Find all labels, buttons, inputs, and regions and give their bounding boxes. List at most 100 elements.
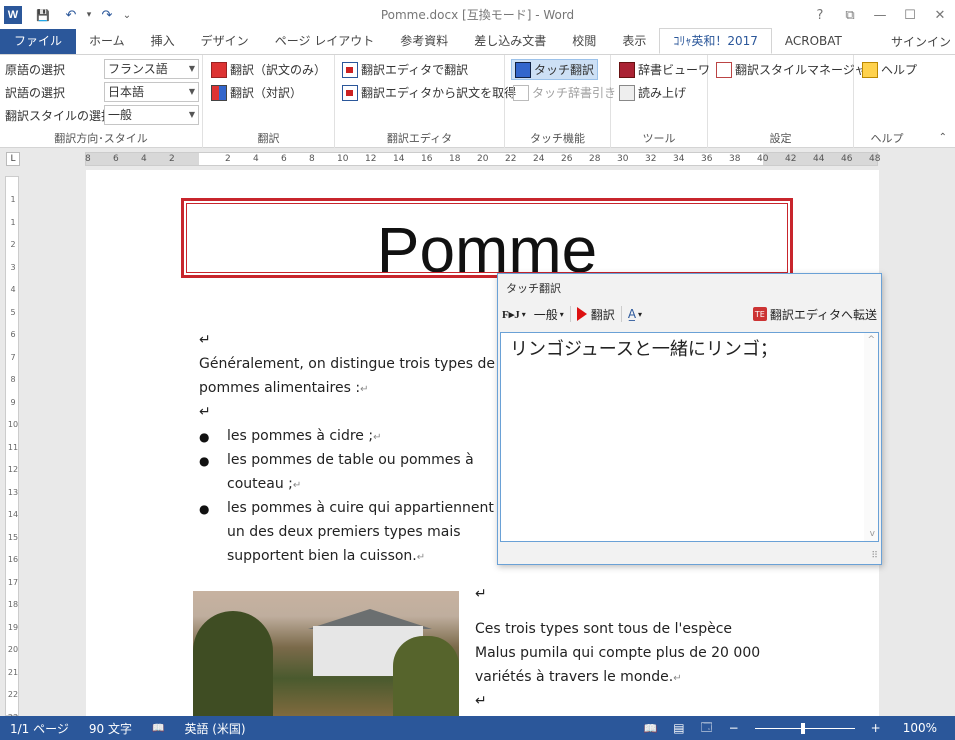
- touch-translate-button[interactable]: タッチ翻訳: [511, 59, 599, 80]
- scroll-down-icon[interactable]: v: [870, 529, 875, 539]
- list-item[interactable]: un des deux premiers types mais: [227, 520, 461, 544]
- print-layout-icon[interactable]: ▤: [673, 721, 684, 735]
- read-aloud-button[interactable]: 読み上げ: [619, 84, 686, 101]
- tab-home[interactable]: ホーム: [76, 29, 138, 54]
- ribbon-display-options-icon[interactable]: ⧉: [835, 0, 865, 30]
- chevron-down-icon: ▼: [188, 87, 195, 96]
- translate-in-editor-button[interactable]: 翻訳エディタで翻訳: [342, 61, 468, 78]
- tab-references[interactable]: 参考資料: [387, 29, 461, 54]
- panel-translate-label: 翻訳: [590, 307, 615, 322]
- maximize-icon[interactable]: ☐: [895, 0, 925, 30]
- chevron-down-icon: ▾: [638, 309, 643, 319]
- undo-dropdown-icon[interactable]: ▾: [84, 4, 94, 26]
- tab-selector-button[interactable]: L: [6, 152, 20, 166]
- paragraph-mark: ↵: [673, 673, 682, 684]
- undo-icon[interactable]: ↶: [60, 4, 82, 26]
- translate-icon: [211, 61, 227, 78]
- group-tools: 辞書ビューワ 読み上げ ツール: [611, 55, 710, 148]
- word-logo-icon: W: [4, 6, 22, 24]
- font-options-button[interactable]: A̲ ▾: [624, 307, 646, 321]
- touch-dictionary-button[interactable]: タッチ辞書引き: [513, 84, 616, 101]
- zoom-slider[interactable]: [754, 722, 855, 734]
- translation-result-text[interactable]: リンゴジュースと一緒にリンゴ；: [510, 335, 778, 361]
- translation-style-select[interactable]: 一般 ▼: [104, 105, 199, 125]
- translate-only-label: 翻訳（訳文のみ）: [230, 63, 327, 77]
- customize-qat-icon[interactable]: ⌄: [120, 4, 134, 26]
- list-item[interactable]: les pommes de table ou pommes à: [227, 448, 474, 472]
- panel-translate-button[interactable]: 翻訳: [573, 306, 619, 323]
- collapse-ribbon-icon[interactable]: ⌃: [939, 132, 947, 143]
- translate-only-button[interactable]: 翻訳（訳文のみ）: [211, 61, 326, 78]
- translation-result-area[interactable]: リンゴジュースと一緒にリンゴ； ^ v: [500, 332, 879, 542]
- close-icon[interactable]: ✕: [925, 0, 955, 30]
- zoom-in-icon[interactable]: +: [871, 721, 881, 735]
- vertical-ruler[interactable]: 11234567891011121314151617181920212223: [5, 176, 19, 722]
- fetch-from-editor-button[interactable]: 翻訳エディタから訳文を取得: [342, 84, 516, 101]
- group-label: ヘルプ: [870, 132, 904, 145]
- web-layout-icon[interactable]: 🗔: [701, 719, 713, 738]
- zoom-out-icon[interactable]: −: [729, 721, 739, 735]
- translation-style-value: 一般: [108, 108, 133, 122]
- paragraph-line[interactable]: pommes alimentaires :↵: [199, 376, 368, 402]
- scroll-up-icon[interactable]: ^: [867, 335, 875, 345]
- zoom-level[interactable]: 100%: [903, 721, 937, 735]
- ruler-tick-label: 10: [337, 154, 349, 164]
- help-label: ヘルプ: [881, 63, 918, 77]
- minimize-icon[interactable]: —: [865, 0, 895, 30]
- word-count[interactable]: 90 文字: [79, 720, 142, 737]
- language-indicator[interactable]: 英語 (米国): [174, 720, 255, 737]
- tab-korya-eiwa[interactable]: ｺﾘｬ英和！2017: [659, 28, 772, 54]
- help-icon[interactable]: ?: [805, 0, 835, 30]
- help-book-icon: [862, 61, 878, 78]
- tab-insert[interactable]: 挿入: [138, 29, 188, 54]
- dictionary-viewer-button[interactable]: 辞書ビューワ: [619, 61, 710, 78]
- list-item[interactable]: supportent bien la cuisson.↵: [227, 544, 425, 570]
- list-item[interactable]: couteau ;↵: [227, 472, 301, 498]
- sign-in-link[interactable]: サインイン: [891, 30, 951, 55]
- editor-fetch-icon: [342, 84, 358, 101]
- tab-file[interactable]: ファイル: [0, 29, 77, 54]
- ruler-tick-label: 19: [7, 622, 19, 632]
- tab-review[interactable]: 校閲: [559, 29, 609, 54]
- style-dropdown[interactable]: 一般 ▾: [530, 306, 568, 323]
- bullet-icon: ●: [199, 454, 210, 468]
- tab-acrobat[interactable]: ACROBAT: [772, 29, 855, 54]
- source-language-select[interactable]: フランス語 ▼: [104, 59, 199, 79]
- ruler-tick-label: 48: [869, 154, 881, 164]
- horizontal-ruler[interactable]: 8 6 4 2 2 4 6 8 10 12 14 16 18 20 22 24 26 28 30 32 34 36 38 40…: [85, 152, 881, 166]
- proofing-icon[interactable]: 📖: [142, 723, 174, 734]
- ruler-tick-label: 2: [10, 240, 16, 249]
- ruler-tick-label: 34: [673, 154, 685, 164]
- read-mode-icon[interactable]: 📖: [644, 722, 658, 735]
- resize-grip-icon[interactable]: ⠿: [871, 551, 878, 561]
- tab-view[interactable]: 表示: [609, 29, 659, 54]
- ruler-tick-label: 16: [7, 555, 19, 564]
- style-dropdown-label: 一般: [533, 307, 558, 322]
- tab-page-layout[interactable]: ページ レイアウト: [262, 29, 388, 54]
- list-item[interactable]: les pommes à cuire qui appartiennent à: [227, 496, 507, 520]
- paragraph-line[interactable]: variétés à travers le monde.↵: [475, 665, 682, 691]
- paragraph-line[interactable]: Généralement, on distingue trois types d…: [199, 352, 495, 376]
- redo-icon[interactable]: ↷: [96, 4, 118, 26]
- paragraph-line[interactable]: Ces trois types sont tous de l'espèce: [475, 617, 732, 641]
- style-manager-button[interactable]: 翻訳スタイルマネージャ: [716, 61, 866, 78]
- tab-mailings[interactable]: 差し込み文書: [461, 29, 559, 54]
- translate-paired-button[interactable]: 翻訳（対訳）: [211, 84, 302, 101]
- tab-design[interactable]: デザイン: [188, 29, 262, 54]
- direction-dropdown[interactable]: F▸J ▾: [498, 308, 530, 321]
- touch-translate-panel[interactable]: タッチ翻訳 F▸J ▾ 一般 ▾ 翻訳 A̲ ▾ TE 翻訳エディタへ転送 リンゴジュー…: [497, 273, 882, 565]
- save-icon[interactable]: 💾: [32, 4, 54, 26]
- list-item[interactable]: les pommes à cidre ;↵: [227, 424, 381, 450]
- page-count[interactable]: 1/1 ページ: [0, 720, 79, 737]
- target-language-label: 訳語の選択: [5, 86, 66, 100]
- bullet-icon: ●: [199, 430, 210, 444]
- target-language-select[interactable]: 日本語 ▼: [104, 82, 199, 102]
- help-button[interactable]: ヘルプ: [862, 61, 917, 78]
- result-scrollbar[interactable]: ^ v: [864, 333, 878, 541]
- paragraph-line[interactable]: Malus pumila qui compte plus de 20 000: [475, 641, 760, 665]
- ruler-tick-label: 4: [141, 154, 147, 164]
- send-to-editor-button[interactable]: TE 翻訳エディタへ転送: [749, 306, 881, 323]
- ruler-tick-label: 22: [505, 154, 517, 164]
- group-label: 翻訳エディタ: [386, 132, 453, 145]
- house-photo[interactable]: [193, 591, 459, 716]
